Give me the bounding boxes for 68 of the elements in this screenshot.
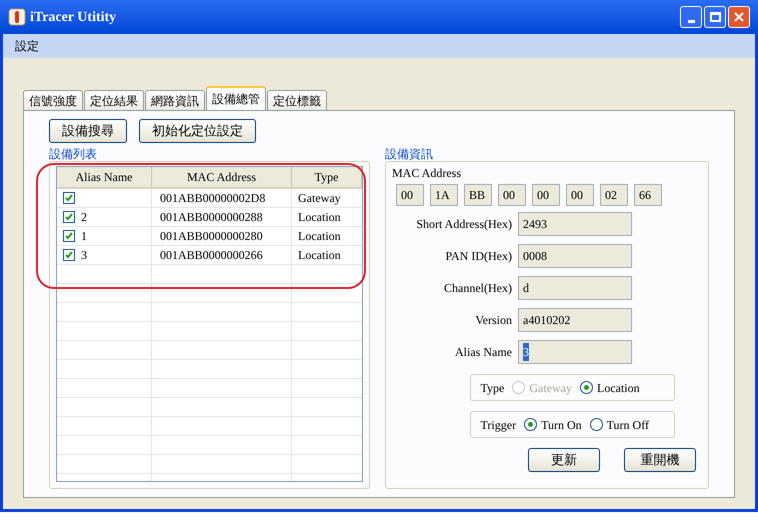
tab[interactable]: 定位結果: [84, 90, 144, 110]
table-cell-text: 3: [81, 247, 87, 264]
close-button[interactable]: [728, 6, 750, 28]
field-label: Channel(Hex): [443, 280, 512, 297]
table-cell-text: Gateway: [297, 190, 342, 207]
table-cell: 001ABB0000000288: [152, 208, 292, 226]
push-button[interactable]: 重開機: [624, 448, 696, 472]
checkbox[interactable]: [63, 230, 75, 242]
field-label: Short Address(Hex): [415, 216, 512, 233]
input-field[interactable]: d: [518, 276, 632, 300]
tab[interactable]: 信號強度: [23, 90, 83, 110]
field-label: MAC Address: [392, 165, 462, 182]
tab[interactable]: 設備總管: [206, 86, 266, 110]
table-cell: 001ABB00000002D8: [152, 189, 292, 207]
field-label: PAN ID(Hex): [444, 248, 512, 265]
radio-label: Turn On: [541, 416, 582, 434]
radio-button[interactable]: [524, 418, 538, 431]
table-cell-text: Location: [297, 247, 342, 264]
input-field[interactable]: 3: [518, 340, 632, 364]
check-icon: [65, 194, 73, 202]
push-button[interactable]: 設備搜尋: [49, 119, 127, 143]
input-field[interactable]: 0008: [518, 244, 632, 268]
minimize-button[interactable]: [680, 6, 702, 28]
table-cell: 001ABB0000000266: [152, 246, 292, 264]
mac-byte-field[interactable]: 00: [566, 184, 594, 206]
radio-label: Gateway: [529, 380, 572, 396]
check-icon: [65, 232, 73, 240]
radio-button[interactable]: [580, 381, 593, 394]
group-title: 設備列表: [49, 147, 98, 161]
radio-label: Location: [596, 380, 640, 396]
table-cell-text: 1: [81, 228, 87, 245]
window-title: iTracer Utitity: [30, 8, 116, 26]
group-label: Trigger: [480, 416, 516, 434]
checkbox[interactable]: [63, 211, 75, 223]
checkbox[interactable]: [63, 249, 75, 261]
tab[interactable]: 定位標籤: [267, 90, 327, 110]
mac-byte-field[interactable]: 1A: [430, 184, 458, 206]
push-button[interactable]: 更新: [528, 448, 600, 472]
table-cell-text: Location: [297, 209, 342, 226]
column-header[interactable]: MAC Address: [152, 167, 292, 187]
maximize-button[interactable]: [704, 6, 726, 28]
input-field[interactable]: a4010202: [518, 308, 632, 332]
mac-byte-field[interactable]: BB: [464, 184, 492, 206]
table-cell-text: 2: [81, 209, 87, 226]
radio-label: Turn Off: [606, 416, 649, 434]
tab[interactable]: 網路資訊: [145, 90, 205, 110]
check-icon: [65, 251, 73, 259]
table-cell: 001ABB0000000280: [152, 227, 292, 245]
table-cell-text: Location: [297, 228, 342, 245]
mac-byte-field[interactable]: 00: [396, 184, 424, 206]
input-field[interactable]: 2493: [518, 212, 632, 236]
radio-button[interactable]: [590, 418, 603, 431]
column-header[interactable]: Alias Name: [57, 167, 152, 187]
field-label: Alias Name: [454, 344, 512, 361]
checkbox[interactable]: [63, 192, 75, 204]
group-label: Type: [480, 380, 504, 396]
group-title: 設備資訊: [385, 147, 434, 161]
field-label: Version: [474, 312, 512, 329]
check-icon: [65, 213, 73, 221]
app-icon: [8, 8, 26, 26]
mac-byte-field[interactable]: 00: [498, 184, 526, 206]
mac-byte-field[interactable]: 00: [532, 184, 560, 206]
column-header[interactable]: Type: [292, 167, 362, 187]
mac-byte-field[interactable]: 66: [634, 184, 662, 206]
close-icon: [734, 12, 744, 22]
push-button[interactable]: 初始化定位設定: [139, 119, 256, 143]
mac-byte-field[interactable]: 02: [600, 184, 628, 206]
menu-item[interactable]: 設定: [11, 37, 43, 55]
